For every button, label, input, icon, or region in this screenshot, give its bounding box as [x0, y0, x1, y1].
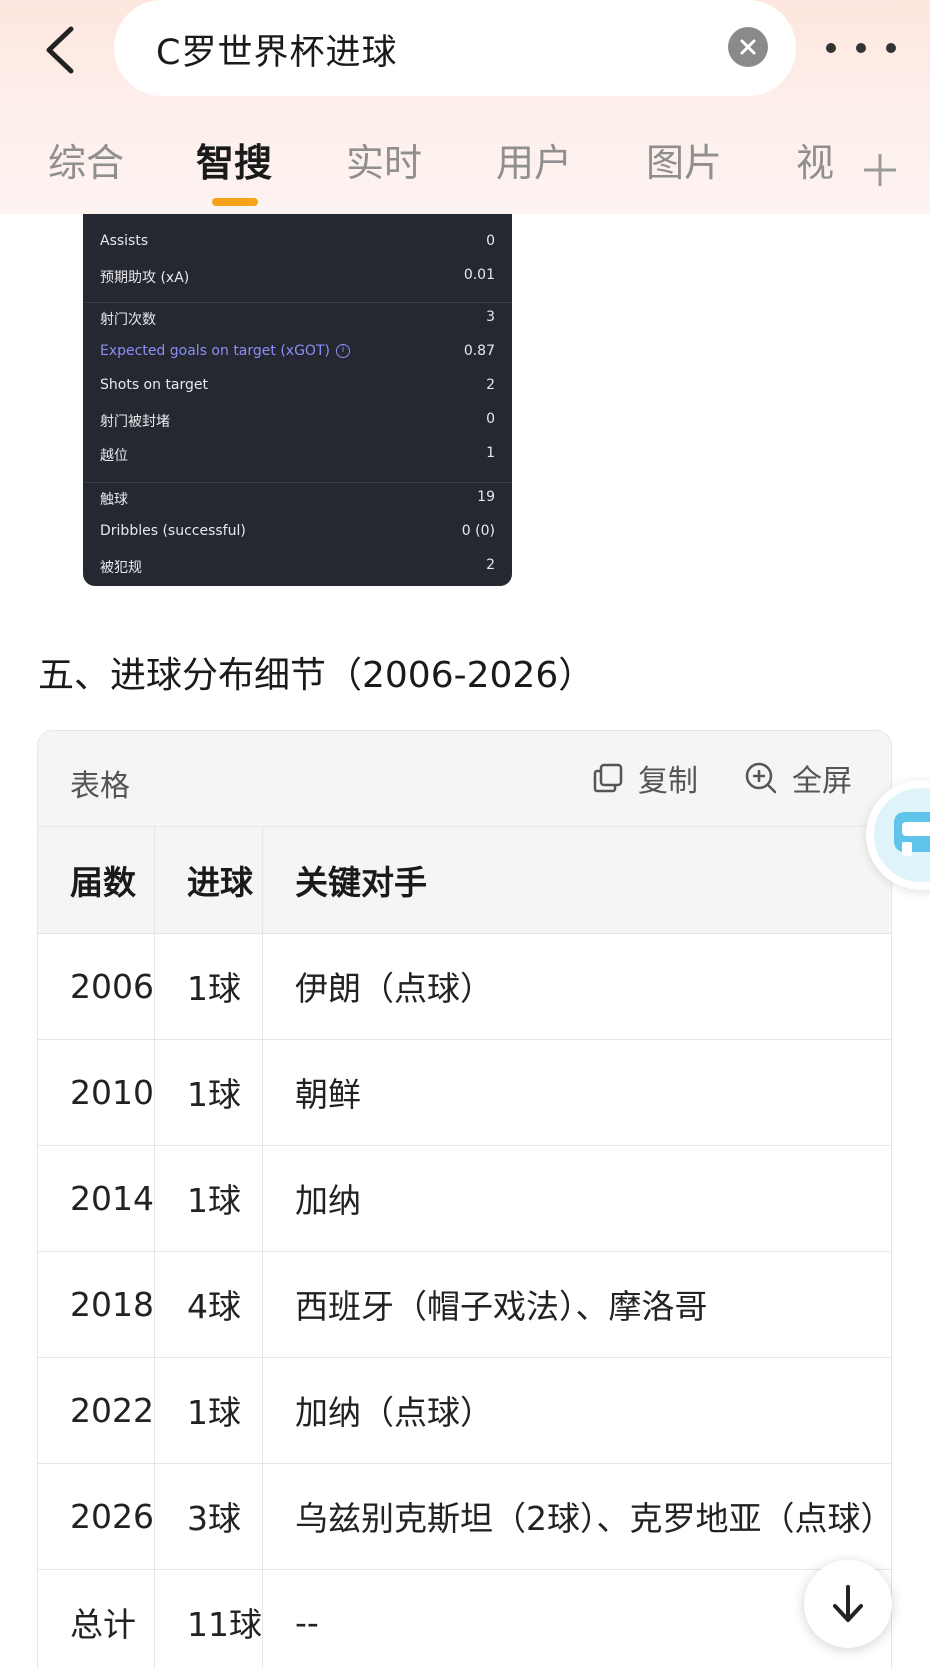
search-input[interactable]: C罗世界杯进球	[156, 24, 397, 75]
table-cell: 加纳（点球）	[262, 1357, 891, 1464]
tab-smart-search[interactable]: 智搜	[196, 132, 272, 187]
top-bar: C罗世界杯进球 综合 智搜 实时 用户 图片 视	[0, 0, 930, 214]
player-stats-image: Assists 0 预期助攻 (xA) 0.01 射门次数 3 Expected…	[83, 186, 512, 586]
info-icon: i	[335, 344, 350, 358]
table-row: 2026 3球 乌兹别克斯坦（2球）、克罗地亚（点球）	[38, 1463, 891, 1570]
more-options-button[interactable]	[826, 30, 896, 66]
tab-realtime[interactable]: 实时	[346, 132, 422, 187]
table-cell: 总计	[38, 1569, 155, 1668]
table-cell: 朝鲜	[262, 1039, 891, 1146]
table-toolbar: 表格 复制 全屏	[38, 731, 891, 827]
table-cell: 1球	[154, 1145, 263, 1252]
stat-row: Dribbles (successful) 0 (0)	[100, 523, 495, 539]
table-cell: 1球	[154, 933, 263, 1040]
table-row: 2010 1球 朝鲜	[38, 1039, 891, 1146]
table-cell: 2026	[38, 1463, 155, 1570]
table-cell: 西班牙（帽子戏法）、摩洛哥	[262, 1251, 891, 1358]
table-header-row: 届数 进球 关键对手	[38, 827, 891, 934]
stat-row: 预期助攻 (xA) 0.01	[100, 267, 495, 286]
table-cell: 乌兹别克斯坦（2球）、克罗地亚（点球）	[262, 1463, 891, 1570]
table-cell: 2022	[38, 1357, 155, 1464]
table-label: 表格	[70, 769, 130, 804]
robot-icon	[894, 812, 930, 856]
stat-row: 被犯规 2	[100, 557, 495, 576]
chevron-left-icon	[46, 26, 74, 74]
table-cell: 11球	[154, 1569, 263, 1668]
table-cell: 2018	[38, 1251, 155, 1358]
table-row: 2018 4球 西班牙（帽子戏法）、摩洛哥	[38, 1251, 891, 1358]
tab-images[interactable]: 图片	[646, 132, 722, 187]
table-row: 2014 1球 加纳	[38, 1145, 891, 1252]
goals-table: 届数 进球 关键对手 2006 1球 伊朗（点球） 2010 1球 朝鲜 201…	[38, 827, 891, 1668]
table-row: 总计 11球 --	[38, 1569, 891, 1668]
column-header: 关键对手	[262, 827, 891, 934]
back-button[interactable]	[30, 18, 90, 82]
close-icon	[740, 39, 756, 55]
table-row: 2006 1球 伊朗（点球）	[38, 933, 891, 1040]
copy-icon	[593, 763, 623, 793]
stat-row: Assists 0	[100, 233, 495, 249]
divider	[83, 482, 512, 483]
add-tab-icon[interactable]	[862, 152, 898, 188]
table-cell: 1球	[154, 1039, 263, 1146]
stat-row: 射门次数 3	[100, 309, 495, 328]
more-dots-icon	[826, 43, 836, 53]
stat-row: 射门被封堵 0	[100, 411, 495, 430]
table-cell: 1球	[154, 1357, 263, 1464]
tab-users[interactable]: 用户	[496, 132, 572, 187]
column-header: 届数	[38, 827, 155, 934]
section-heading: 五、进球分布细节（2006-2026）	[38, 655, 595, 696]
table-cell: 4球	[154, 1251, 263, 1358]
active-tab-indicator	[212, 198, 258, 206]
search-box[interactable]: C罗世界杯进球	[114, 0, 796, 96]
table-cell: 2010	[38, 1039, 155, 1146]
column-header: 进球	[154, 827, 263, 934]
table-cell: 2014	[38, 1145, 155, 1252]
divider	[83, 302, 512, 303]
table-cell: 2006	[38, 933, 155, 1040]
stat-row: 触球 19	[100, 489, 495, 508]
stat-row: Expected goals on target (xGOT) i 0.87	[100, 343, 495, 359]
scroll-down-button[interactable]	[804, 1560, 892, 1648]
stat-row: 越位 1	[100, 445, 495, 464]
copy-button[interactable]: 复制	[592, 753, 698, 803]
stat-row: Shots on target 2	[100, 377, 495, 393]
arrow-down-icon	[833, 1585, 863, 1622]
table-cell: --	[262, 1569, 891, 1668]
table-cell: 3球	[154, 1463, 263, 1570]
clear-search-button[interactable]	[728, 27, 768, 67]
table-cell: 加纳	[262, 1145, 891, 1252]
table-cell: 伊朗（点球）	[262, 933, 891, 1040]
search-tabs: 综合 智搜 实时 用户 图片 视	[0, 128, 930, 208]
tab-comprehensive[interactable]: 综合	[48, 132, 124, 187]
table-row: 2022 1球 加纳（点球）	[38, 1357, 891, 1464]
fullscreen-button[interactable]: 全屏	[744, 753, 852, 803]
tab-video[interactable]: 视	[796, 132, 834, 187]
zoom-in-icon	[745, 762, 777, 794]
goals-table-card: 表格 复制 全屏 届数 进球 关键对手 2006 1球 伊朗（点球） 2010 …	[37, 730, 892, 1668]
